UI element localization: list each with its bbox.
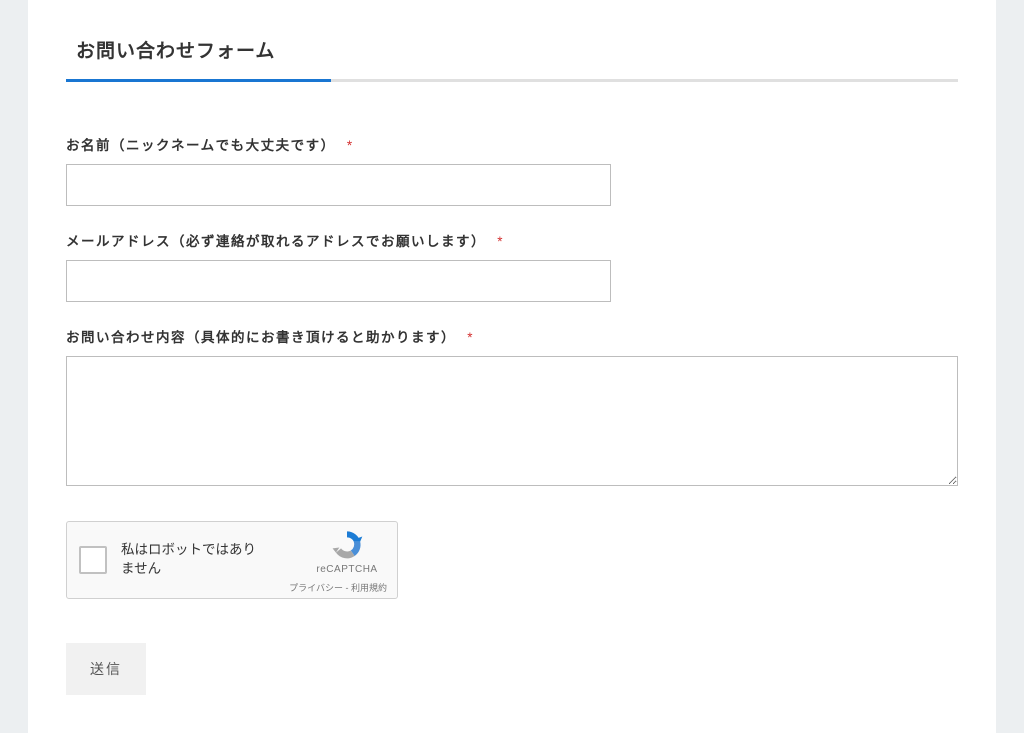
recaptcha-brand-text: reCAPTCHA — [307, 564, 387, 575]
recaptcha-checkbox[interactable] — [79, 546, 107, 574]
required-asterisk: * — [467, 330, 474, 345]
form-title: お問い合わせフォーム — [66, 28, 958, 79]
label-content: お問い合わせ内容（具体的にお書き頂けると助かります） * — [66, 326, 958, 346]
email-input[interactable] — [66, 260, 611, 302]
required-asterisk: * — [347, 138, 354, 153]
recaptcha-widget: 私はロボットではありません reCAPTCHA プライバシー - 利用規約 — [66, 521, 398, 599]
required-asterisk: * — [497, 234, 504, 249]
label-name: お名前（ニックネームでも大丈夫です） * — [66, 134, 958, 154]
recaptcha-label: 私はロボットではありません — [121, 541, 261, 579]
field-name: お名前（ニックネームでも大丈夫です） * — [66, 134, 958, 206]
field-content: お問い合わせ内容（具体的にお書き頂けると助かります） * — [66, 326, 958, 491]
name-input[interactable] — [66, 164, 611, 206]
recaptcha-branding: reCAPTCHA — [307, 528, 387, 575]
content-textarea[interactable] — [66, 356, 958, 486]
recaptcha-terms-link[interactable]: 利用規約 — [351, 583, 387, 593]
submit-button[interactable]: 送信 — [66, 643, 146, 695]
submit-row: 送信 — [66, 643, 958, 695]
recaptcha-separator: - — [343, 583, 351, 593]
form-container: お問い合わせフォーム お名前（ニックネームでも大丈夫です） * メールアドレス（… — [28, 0, 996, 733]
title-underline — [66, 79, 958, 82]
recaptcha-links: プライバシー - 利用規約 — [289, 581, 387, 594]
label-email: メールアドレス（必ず連絡が取れるアドレスでお願いします） * — [66, 230, 958, 250]
label-content-text: お問い合わせ内容（具体的にお書き頂けると助かります） — [66, 330, 456, 345]
label-email-text: メールアドレス（必ず連絡が取れるアドレスでお願いします） — [66, 234, 486, 249]
recaptcha-logo-icon — [330, 528, 364, 562]
label-name-text: お名前（ニックネームでも大丈夫です） — [66, 138, 336, 153]
field-email: メールアドレス（必ず連絡が取れるアドレスでお願いします） * — [66, 230, 958, 302]
recaptcha-privacy-link[interactable]: プライバシー — [289, 583, 343, 593]
